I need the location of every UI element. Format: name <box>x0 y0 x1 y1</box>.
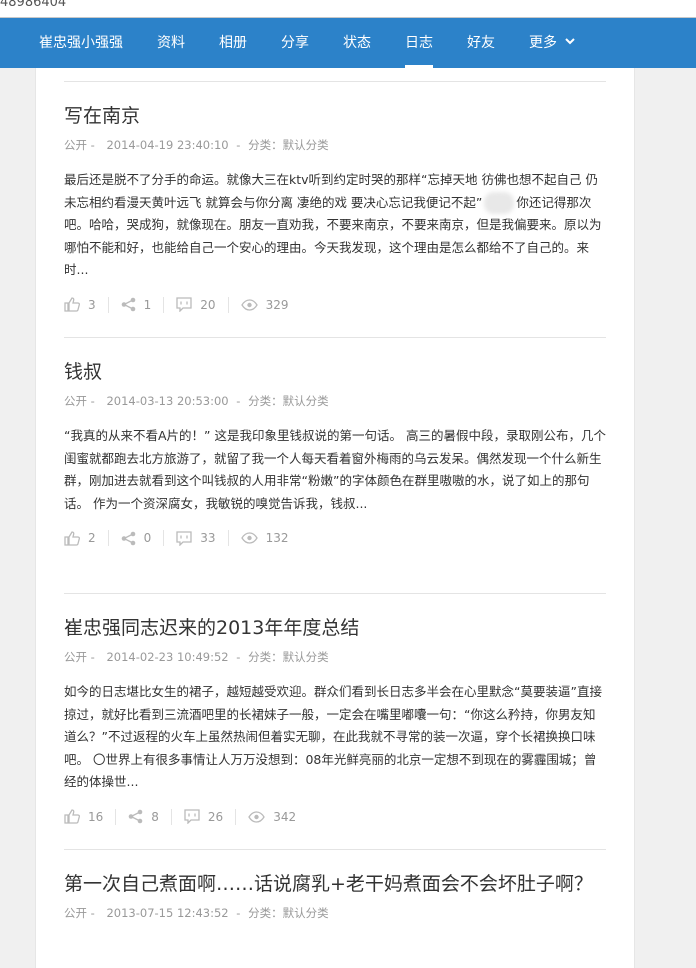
post-date: 2014-03-13 20:53:00 <box>106 394 229 408</box>
post-category-link[interactable]: 默认分类 <box>283 138 329 152</box>
comment-icon <box>176 530 192 546</box>
post-excerpt: 最后还是脱不了分手的命运。就像大三在ktv听到约定时哭的那样“忘掉天地 彷佛也想… <box>64 169 606 282</box>
like-count: 3 <box>88 297 96 312</box>
post-item: 写在南京 公开 - 2014-04-19 23:40:10 - 分类：默认分类 … <box>64 103 606 316</box>
post-category-label: 分类： <box>248 394 283 408</box>
top-nav: 崔忠强小强强 资料 相册 分享 状态 日志 好友 更多 <box>0 18 696 68</box>
post-excerpt: 如今的日志堪比女生的裙子，越短越受欢迎。群众们看到长日志多半会在心里默念“莫要装… <box>64 684 602 789</box>
divider <box>170 808 172 825</box>
nav-item-profile[interactable]: 资料 <box>140 18 202 68</box>
like-count: 16 <box>88 809 104 824</box>
comment-button[interactable]: 33 <box>176 530 216 546</box>
post-category-label: 分类： <box>248 906 283 920</box>
post-date: 2014-04-19 23:40:10 <box>106 138 229 152</box>
view-count: 342 <box>273 809 297 824</box>
like-count: 2 <box>88 531 96 545</box>
post-stats: 16 8 26 342 <box>64 806 606 828</box>
nav-more-label: 更多 <box>529 35 557 51</box>
divider <box>64 81 606 82</box>
nav-item-album[interactable]: 相册 <box>202 18 264 68</box>
divider <box>163 530 165 546</box>
nav-home-link[interactable]: 崔忠强小强强 <box>22 18 140 68</box>
post-title[interactable]: 钱叔 <box>64 359 606 385</box>
post-meta: 公开 - 2014-03-13 20:53:00 - 分类：默认分类 <box>64 394 329 408</box>
post-title[interactable]: 崔忠强同志迟来的2013年年度总结 <box>64 615 606 641</box>
comment-button[interactable]: 26 <box>184 809 223 824</box>
share-icon <box>128 809 143 824</box>
share-icon <box>121 531 135 545</box>
post-category-label: 分类： <box>248 650 283 664</box>
share-button[interactable]: 0 <box>121 531 152 546</box>
post-category-link[interactable]: 默认分类 <box>283 906 329 920</box>
blurred-emoji-image <box>484 192 515 214</box>
post-title[interactable]: 第一次自己煮面啊……话说腐乳+老干妈煮面会不会坏肚子啊？ <box>64 871 606 897</box>
divider <box>64 337 606 338</box>
share-button[interactable]: 8 <box>128 809 159 824</box>
view-count: 132 <box>265 531 289 545</box>
post-meta: 公开 - 2014-04-19 23:40:10 - 分类：默认分类 <box>64 138 329 152</box>
share-button[interactable]: 1 <box>121 297 152 312</box>
like-button[interactable]: 16 <box>64 809 103 824</box>
address-text: 48986404 <box>0 0 67 10</box>
comment-icon <box>184 809 200 824</box>
post-stats: 3 1 20 329 <box>64 294 606 316</box>
share-count: 8 <box>151 809 159 824</box>
address-bar[interactable]: 48986404 <box>0 0 696 18</box>
view-count-stat: 342 <box>248 810 296 824</box>
thumbs-up-icon <box>64 297 80 312</box>
post-category-link[interactable]: 默认分类 <box>283 650 329 664</box>
blog-list-card: 写在南京 公开 - 2014-04-19 23:40:10 - 分类：默认分类 … <box>35 68 635 968</box>
comment-button[interactable]: 20 <box>176 297 216 312</box>
divider <box>64 849 606 850</box>
thumbs-up-icon <box>64 530 80 546</box>
divider <box>64 593 606 594</box>
eye-icon <box>248 810 265 823</box>
post-stats: 2 0 33 132 <box>64 527 606 549</box>
nav-item-friends[interactable]: 好友 <box>450 18 512 68</box>
post-title[interactable]: 写在南京 <box>64 103 606 129</box>
nav-item-status[interactable]: 状态 <box>326 18 388 68</box>
post-visibility: 公开 - <box>64 650 95 664</box>
comment-count: 20 <box>200 297 216 312</box>
nav-item-blog[interactable]: 日志 <box>388 18 450 68</box>
divider <box>115 808 117 825</box>
post-item: 钱叔 公开 - 2014-03-13 20:53:00 - 分类：默认分类 “我… <box>64 359 606 549</box>
nav-item-more[interactable]: 更多 <box>512 18 592 68</box>
divider <box>107 296 109 313</box>
post-category-link[interactable]: 默认分类 <box>283 394 329 408</box>
post-category-label: 分类： <box>248 138 283 152</box>
like-button[interactable]: 3 <box>64 297 96 312</box>
share-icon <box>121 297 135 312</box>
divider <box>163 296 165 313</box>
post-item: 崔忠强同志迟来的2013年年度总结 公开 - 2014-02-23 10:49:… <box>64 615 606 828</box>
post-meta: 公开 - 2014-02-23 10:49:52 - 分类：默认分类 <box>64 650 329 664</box>
chevron-down-icon <box>565 38 576 45</box>
divider <box>227 530 229 546</box>
post-date: 2013-07-15 12:43:52 <box>106 906 229 920</box>
share-count: 0 <box>143 531 152 545</box>
thumbs-up-icon <box>64 809 80 824</box>
eye-icon <box>240 532 258 544</box>
comment-count: 33 <box>200 531 216 545</box>
divider <box>235 808 237 825</box>
view-count: 329 <box>265 297 289 312</box>
post-excerpt: “我真的从来不看A片的！” 这是我印象里钱叔说的第一句话。 高三的暑假中段，录取… <box>64 428 606 511</box>
like-button[interactable]: 2 <box>64 530 96 546</box>
post-visibility: 公开 - <box>64 906 95 920</box>
view-count-stat: 132 <box>240 531 289 545</box>
divider <box>227 296 229 313</box>
comment-count: 26 <box>207 809 224 824</box>
post-visibility: 公开 - <box>64 138 95 152</box>
post-item: 第一次自己煮面啊……话说腐乳+老干妈煮面会不会坏肚子啊？ 公开 - 2013-0… <box>64 871 606 921</box>
eye-icon <box>240 298 258 311</box>
post-meta: 公开 - 2013-07-15 12:43:52 - 分类：默认分类 <box>64 906 329 920</box>
divider <box>107 530 109 546</box>
share-count: 1 <box>143 297 152 312</box>
nav-item-share[interactable]: 分享 <box>264 18 326 68</box>
post-visibility: 公开 - <box>64 394 95 408</box>
comment-icon <box>176 297 192 312</box>
post-date: 2014-02-23 10:49:52 <box>106 650 229 664</box>
view-count-stat: 329 <box>240 297 289 312</box>
